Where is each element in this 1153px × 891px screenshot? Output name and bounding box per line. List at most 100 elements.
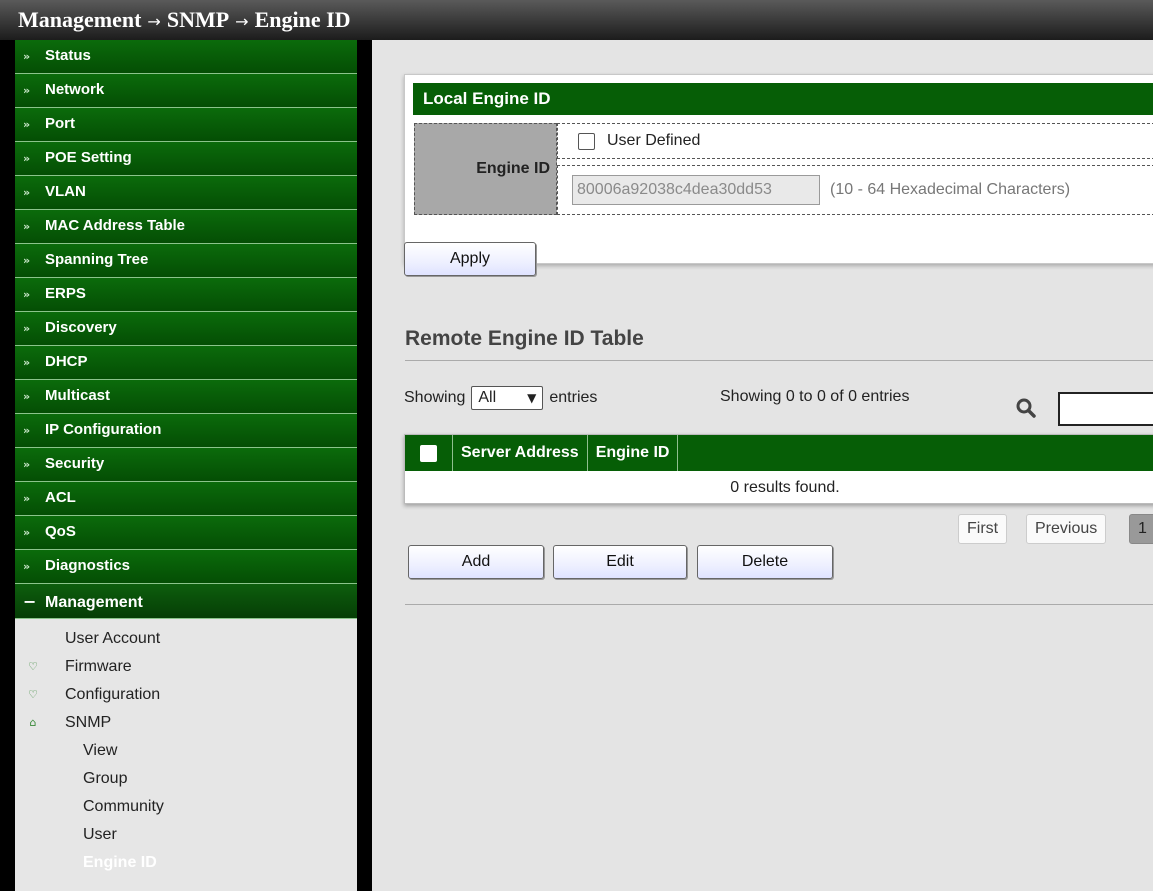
sidebar-item-label: VLAN bbox=[45, 183, 86, 200]
pager-previous-button[interactable]: Previous bbox=[1026, 514, 1107, 544]
engine-id-label: Engine ID bbox=[414, 123, 557, 215]
page-size-value: All bbox=[478, 389, 497, 406]
sidebar-item-spanning-tree[interactable]: » Spanning Tree bbox=[15, 244, 357, 278]
sidebar-subitem-snmp[interactable]: ⌂ SNMP bbox=[15, 709, 357, 737]
engine-id-input[interactable] bbox=[572, 175, 820, 205]
engine-id-hint: (10 - 64 Hexadecimal Characters) bbox=[830, 181, 1071, 198]
sidebar-item-poe-setting[interactable]: » POE Setting bbox=[15, 142, 357, 176]
showing-prefix: Showing bbox=[404, 389, 466, 406]
search-input[interactable] bbox=[1058, 392, 1153, 426]
select-all-cell bbox=[405, 435, 453, 471]
sidebar-item-label: Multicast bbox=[45, 387, 111, 404]
sidebar-subitem-label: Configuration bbox=[65, 686, 161, 703]
user-defined-checkbox[interactable] bbox=[578, 132, 595, 150]
sidebar-snmp-label: Community bbox=[83, 798, 164, 815]
sidebar-item-dhcp[interactable]: » DHCP bbox=[15, 346, 357, 380]
sidebar-item-erps[interactable]: » ERPS bbox=[15, 278, 357, 312]
sidebar-item-vlan[interactable]: » VLAN bbox=[15, 176, 357, 210]
engine-id-row: (10 - 64 Hexadecimal Characters) bbox=[557, 165, 1153, 215]
chevron-double-down-icon: » bbox=[23, 288, 31, 301]
sidebar-snmp-view[interactable]: View bbox=[15, 737, 357, 765]
column-engine-id[interactable]: Engine ID bbox=[588, 435, 679, 471]
sidebar-snmp-community[interactable]: Community bbox=[15, 793, 357, 821]
chevron-double-down-icon: » bbox=[23, 526, 31, 539]
table-header: Server Address Engine ID bbox=[405, 435, 1153, 471]
chevron-double-down-icon: » bbox=[23, 186, 31, 199]
expand-bullet-icon: ♡ bbox=[28, 688, 38, 701]
sidebar: » Status » Network » Port » POE Setting » VLA… bbox=[15, 40, 357, 891]
edit-button[interactable]: Edit bbox=[553, 545, 687, 579]
local-engine-panel: Local Engine ID Engine ID User Defined (… bbox=[404, 74, 1153, 264]
select-all-checkbox[interactable] bbox=[420, 444, 437, 462]
delete-button[interactable]: Delete bbox=[697, 545, 833, 579]
sidebar-item-qos[interactable]: » QoS bbox=[15, 516, 357, 550]
breadcrumb-separator-icon: → bbox=[147, 12, 161, 31]
chevron-double-down-icon: » bbox=[23, 458, 31, 471]
sidebar-snmp-engine-id[interactable]: Engine ID bbox=[15, 849, 357, 877]
sidebar-item-label: Diagnostics bbox=[45, 557, 131, 574]
column-server-address[interactable]: Server Address bbox=[453, 435, 588, 471]
bottom-divider bbox=[405, 604, 1153, 605]
chevron-down-icon: ▼ bbox=[527, 391, 537, 405]
section-divider bbox=[405, 360, 1153, 361]
apply-button[interactable]: Apply bbox=[404, 242, 536, 276]
sidebar-item-label: QoS bbox=[45, 523, 76, 540]
collapse-bullet-icon: ⌂ bbox=[29, 716, 37, 729]
sidebar-snmp-user[interactable]: User bbox=[15, 821, 357, 849]
user-defined-row: User Defined bbox=[557, 123, 1153, 159]
sidebar-item-label: MAC Address Table bbox=[45, 217, 186, 234]
sidebar-subitem-configuration[interactable]: ♡ Configuration bbox=[15, 681, 357, 709]
sidebar-snmp-label: Engine ID bbox=[83, 854, 157, 871]
chevron-double-down-icon: » bbox=[23, 356, 31, 369]
breadcrumb-current: Engine ID bbox=[254, 7, 351, 32]
sidebar-snmp-group[interactable]: Group bbox=[15, 765, 357, 793]
remote-engine-table: Server Address Engine ID 0 results found… bbox=[404, 434, 1153, 504]
sidebar-item-discovery[interactable]: » Discovery bbox=[15, 312, 357, 346]
main-content: Local Engine ID Engine ID User Defined (… bbox=[372, 40, 1153, 891]
sidebar-item-label: IP Configuration bbox=[45, 421, 162, 438]
sidebar-item-port[interactable]: » Port bbox=[15, 108, 357, 142]
sidebar-item-label: Management bbox=[45, 594, 143, 611]
pager-current-page[interactable]: 1 bbox=[1129, 514, 1153, 544]
sidebar-item-label: POE Setting bbox=[45, 149, 132, 166]
sidebar-snmp-label: User bbox=[83, 826, 117, 843]
local-engine-header: Local Engine ID bbox=[413, 83, 1153, 115]
chevron-double-down-icon: » bbox=[23, 254, 31, 267]
sidebar-item-ip-configuration[interactable]: » IP Configuration bbox=[15, 414, 357, 448]
sidebar-subitem-firmware[interactable]: ♡ Firmware bbox=[15, 653, 357, 681]
page-size-select[interactable]: All ▼ bbox=[471, 386, 544, 410]
chevron-double-down-icon: » bbox=[23, 424, 31, 437]
pager-first-button[interactable]: First bbox=[958, 514, 1008, 544]
sidebar-item-label: Port bbox=[45, 115, 75, 132]
sidebar-item-acl[interactable]: » ACL bbox=[15, 482, 357, 516]
chevron-double-down-icon: » bbox=[23, 322, 31, 335]
chevron-double-down-icon: » bbox=[23, 390, 31, 403]
sidebar-subitem-user-account[interactable]: User Account bbox=[15, 625, 357, 653]
sidebar-item-security[interactable]: » Security bbox=[15, 448, 357, 482]
sidebar-item-management[interactable]: − Management bbox=[15, 584, 357, 619]
expand-bullet-icon: ♡ bbox=[28, 660, 38, 673]
breadcrumb-middle: SNMP bbox=[166, 7, 230, 32]
sidebar-item-label: Security bbox=[45, 455, 105, 472]
entries-info: Showing 0 to 0 of 0 entries bbox=[720, 388, 910, 405]
sidebar-item-status[interactable]: » Status bbox=[15, 40, 357, 74]
sidebar-snmp-label: Group bbox=[83, 770, 128, 787]
user-defined-label: User Defined bbox=[607, 132, 701, 149]
sidebar-item-diagnostics[interactable]: » Diagnostics bbox=[15, 550, 357, 584]
sidebar-item-label: Spanning Tree bbox=[45, 251, 149, 268]
sidebar-item-mac-address-table[interactable]: » MAC Address Table bbox=[15, 210, 357, 244]
sidebar-subitem-label: SNMP bbox=[65, 714, 112, 731]
sidebar-subitem-label: User Account bbox=[65, 630, 161, 647]
sidebar-item-label: ERPS bbox=[45, 285, 86, 302]
chevron-double-down-icon: » bbox=[23, 118, 31, 131]
sidebar-item-label: DHCP bbox=[45, 353, 88, 370]
sidebar-item-multicast[interactable]: » Multicast bbox=[15, 380, 357, 414]
breadcrumb-root: Management bbox=[18, 7, 142, 32]
breadcrumb-separator-icon: → bbox=[235, 12, 249, 31]
chevron-double-down-icon: » bbox=[23, 220, 31, 233]
chevron-double-down-icon: » bbox=[23, 152, 31, 165]
sidebar-item-label: Discovery bbox=[45, 319, 117, 336]
sidebar-item-label: Status bbox=[45, 47, 91, 64]
sidebar-item-network[interactable]: » Network bbox=[15, 74, 357, 108]
add-button[interactable]: Add bbox=[408, 545, 544, 579]
